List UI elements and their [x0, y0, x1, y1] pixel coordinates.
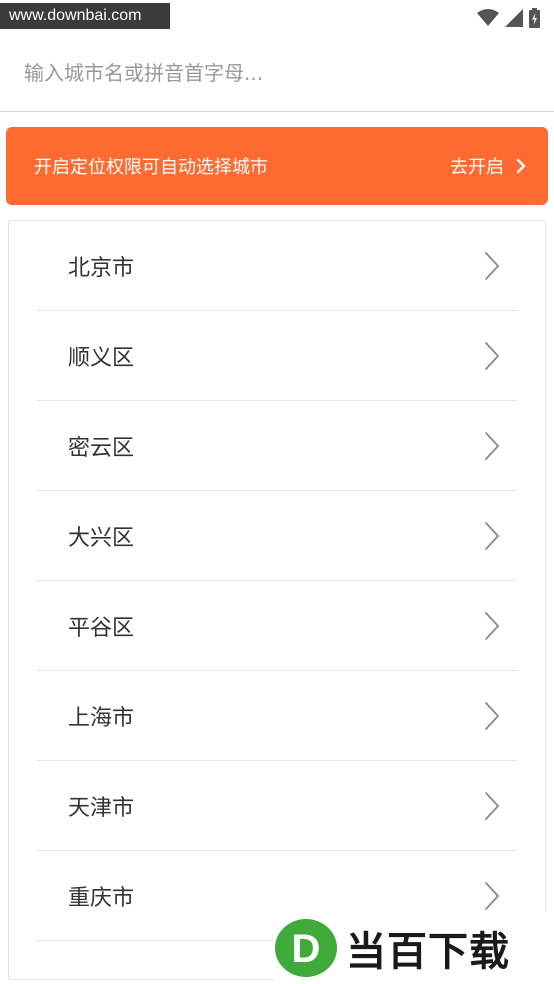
brand-logo-icon: D — [275, 919, 337, 977]
city-label: 重庆市 — [68, 886, 135, 911]
city-item[interactable]: 大兴区 — [9, 491, 545, 581]
signal-icon — [505, 9, 523, 27]
status-icons — [477, 8, 540, 28]
city-label: 顺义区 — [68, 346, 135, 371]
location-banner-text: 开启定位权限可自动选择城市 — [34, 157, 268, 178]
chevron-right-icon — [485, 882, 499, 910]
city-item[interactable]: 密云区 — [9, 401, 545, 491]
location-permission-banner[interactable]: 开启定位权限可自动选择城市 去开启 — [6, 127, 548, 205]
city-item[interactable]: 平谷区 — [9, 581, 545, 671]
search-input[interactable] — [0, 34, 554, 111]
city-list: 北京市顺义区密云区大兴区平谷区上海市天津市重庆市 — [9, 221, 545, 941]
search-bar — [0, 34, 554, 112]
chevron-right-icon — [485, 702, 499, 730]
city-label: 北京市 — [68, 256, 135, 281]
city-item[interactable]: 天津市 — [9, 761, 545, 851]
enable-location-button[interactable]: 去开启 — [450, 153, 526, 179]
city-label: 大兴区 — [68, 526, 135, 551]
svg-text:D: D — [292, 927, 321, 971]
chevron-right-icon — [485, 342, 499, 370]
chevron-right-icon — [485, 522, 499, 550]
battery-charging-icon — [529, 8, 540, 28]
chevron-right-icon — [485, 792, 499, 820]
brand-watermark: D 当百下载 — [274, 912, 554, 984]
city-label: 天津市 — [68, 796, 135, 821]
city-label: 平谷区 — [68, 616, 135, 641]
city-item[interactable]: 上海市 — [9, 671, 545, 761]
chevron-right-icon — [485, 612, 499, 640]
enable-location-label: 去开启 — [450, 157, 504, 178]
chevron-right-icon — [485, 432, 499, 460]
city-item[interactable]: 北京市 — [9, 221, 545, 311]
city-item[interactable]: 顺义区 — [9, 311, 545, 401]
city-list-card: 北京市顺义区密云区大兴区平谷区上海市天津市重庆市 — [8, 220, 546, 980]
brand-name: 当百下载 — [346, 929, 510, 975]
city-label: 上海市 — [68, 706, 135, 731]
chevron-right-icon — [516, 158, 526, 174]
wifi-icon — [477, 9, 499, 26]
chevron-right-icon — [485, 252, 499, 280]
site-watermark: www.downbai.com — [0, 3, 170, 29]
city-label: 密云区 — [68, 436, 135, 461]
